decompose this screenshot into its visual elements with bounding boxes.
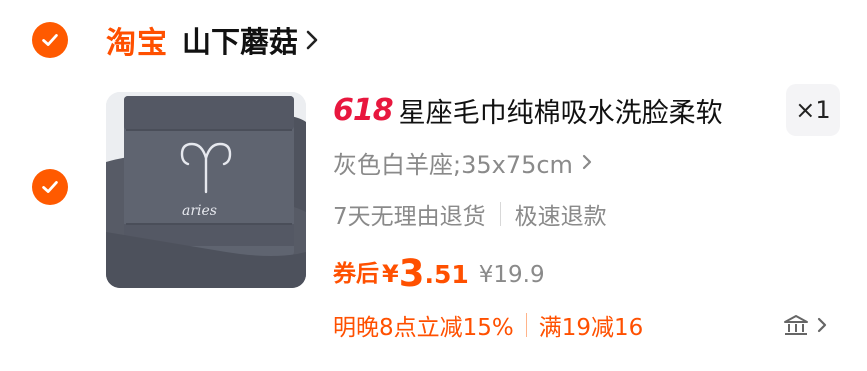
divider	[499, 202, 501, 226]
coupon-detail-icon	[784, 315, 808, 335]
service-tags: 7天无理由退货 极速退款	[333, 194, 607, 234]
quantity-badge[interactable]: ×1	[786, 84, 840, 136]
divider	[525, 313, 527, 337]
variant-label: 灰色白羊座;35x75cm	[333, 150, 573, 179]
price-integer: 3	[398, 252, 425, 295]
chevron-right-icon	[817, 317, 827, 333]
price-row: 券后 ¥ 3 .51 ¥19.9	[333, 244, 545, 296]
price-decimal: .51	[424, 260, 469, 289]
chevron-right-icon	[306, 30, 318, 50]
item-select-checkbox[interactable]	[32, 169, 68, 205]
check-icon	[42, 181, 58, 193]
price-currency: ¥	[382, 260, 399, 288]
coupon-tags[interactable]: 明晚8点立减15% 满19减16	[333, 304, 643, 346]
chevron-right-icon	[582, 154, 592, 170]
coupon-tag-threshold: 满19减16	[538, 315, 644, 341]
shop-select-checkbox[interactable]	[32, 22, 68, 58]
promo-618-tag: 618	[333, 92, 394, 128]
product-image-text: aries	[182, 203, 217, 219]
coupon-detail-button[interactable]	[782, 308, 828, 342]
shop-name: 山下蘑菇	[182, 25, 299, 59]
shop-header[interactable]: 淘宝 山下蘑菇	[106, 18, 320, 62]
service-tag-return: 7天无理由退货	[333, 204, 486, 230]
product-title: 星座毛巾纯棉吸水洗脸柔软	[398, 97, 723, 129]
price-label: 券后	[333, 261, 379, 287]
coupon-tag-discount: 明晚8点立减15%	[333, 315, 514, 341]
check-icon	[42, 34, 58, 46]
product-title-row[interactable]: 618 星座毛巾纯棉吸水洗脸柔软	[333, 88, 723, 132]
service-tag-refund: 极速退款	[514, 204, 607, 230]
original-price: ¥19.9	[478, 262, 545, 288]
variant-selector[interactable]: 灰色白羊座;35x75cm	[333, 142, 593, 182]
product-image[interactable]: aries	[106, 92, 306, 288]
taobao-logo: 淘宝	[106, 26, 168, 61]
